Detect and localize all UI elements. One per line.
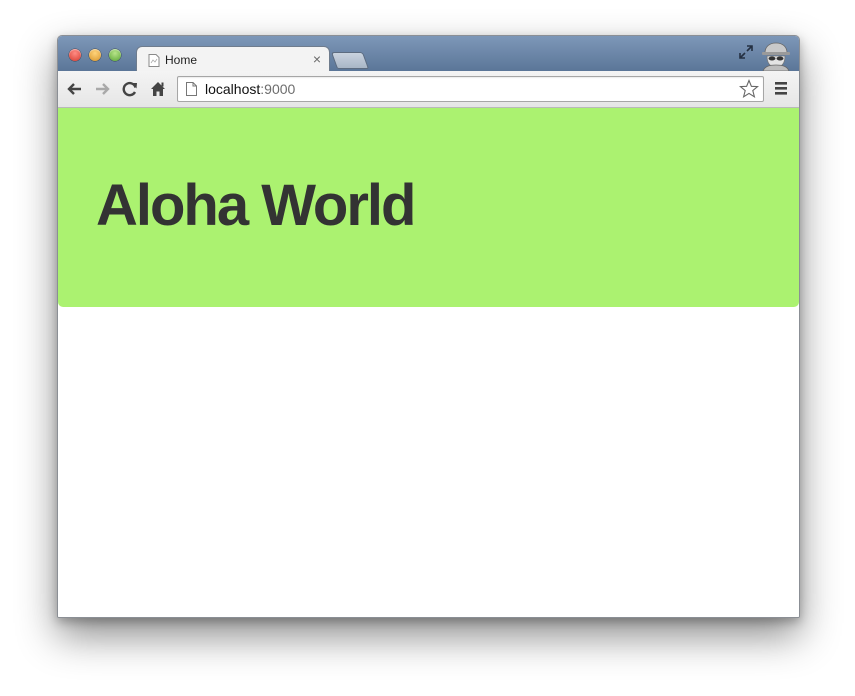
page-content: Aloha World xyxy=(58,108,799,617)
url-text[interactable]: localhost:9000 xyxy=(205,81,295,97)
tab-title: Home xyxy=(165,53,198,67)
forward-arrow-icon[interactable] xyxy=(93,80,111,98)
tab-close-icon[interactable]: × xyxy=(313,51,321,67)
page-icon xyxy=(186,82,197,96)
tab-home[interactable]: Home × xyxy=(136,46,330,73)
star-icon[interactable] xyxy=(739,79,759,99)
page-heading: Aloha World xyxy=(96,173,416,238)
new-tab-icon[interactable] xyxy=(330,52,370,69)
incognito-icon xyxy=(762,42,790,71)
hero-banner: Aloha World xyxy=(58,108,799,307)
maximize-window-button[interactable] xyxy=(109,49,121,61)
back-arrow-icon[interactable] xyxy=(66,80,84,98)
close-window-button[interactable] xyxy=(69,49,81,61)
menu-icon[interactable] xyxy=(774,80,788,96)
url-host: localhost xyxy=(205,81,261,97)
minimize-window-button[interactable] xyxy=(89,49,101,61)
title-bar: Home × xyxy=(58,36,799,73)
home-icon[interactable] xyxy=(149,80,167,98)
url-port: :9000 xyxy=(260,81,296,97)
page-favicon-icon xyxy=(148,54,160,67)
navigation-toolbar: localhost:9000 xyxy=(58,71,799,108)
browser-window: Home × localhost:9000 Aloha World xyxy=(57,35,800,618)
address-bar[interactable]: localhost:9000 xyxy=(177,76,764,102)
fullscreen-icon[interactable] xyxy=(738,44,754,60)
reload-icon[interactable] xyxy=(121,80,139,98)
